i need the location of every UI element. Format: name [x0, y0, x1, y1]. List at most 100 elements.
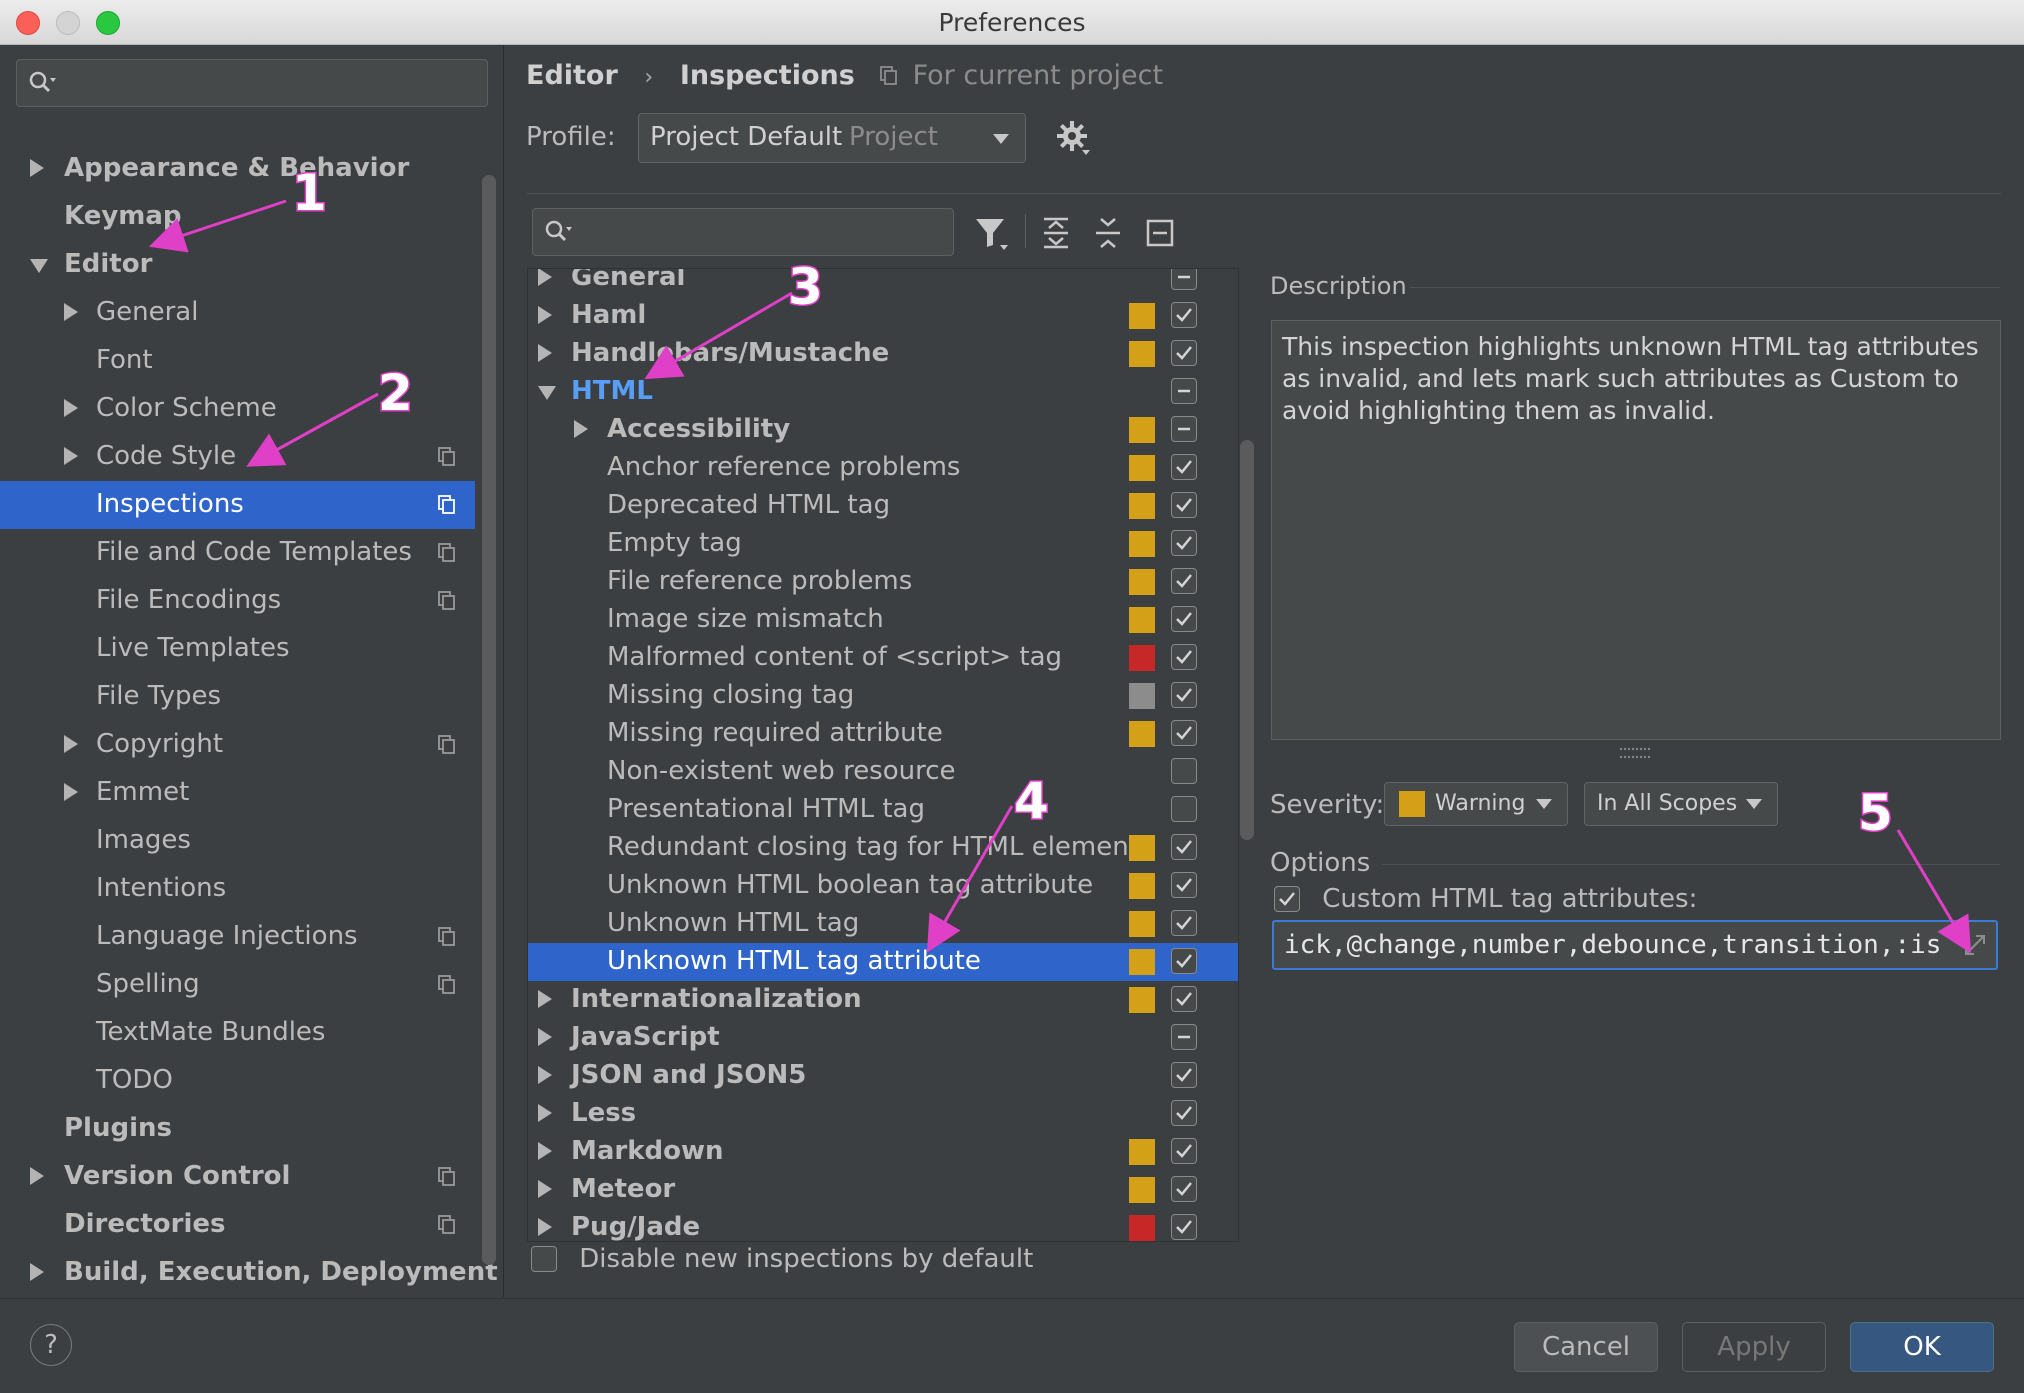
- inspection-checkbox[interactable]: [1171, 986, 1197, 1012]
- cancel-button[interactable]: Cancel: [1514, 1322, 1658, 1372]
- apply-button[interactable]: Apply: [1682, 1322, 1826, 1372]
- expand-arrow-icon[interactable]: [538, 1218, 552, 1236]
- sidebar-item-file-and-code-templates[interactable]: File and Code Templates: [0, 529, 475, 577]
- sidebar-item-editor[interactable]: Editor: [0, 241, 475, 289]
- sidebar-item-live-templates[interactable]: Live Templates: [0, 625, 475, 673]
- expand-field-icon[interactable]: [1962, 932, 1988, 958]
- sidebar-item-file-types[interactable]: File Types: [0, 673, 475, 721]
- expand-arrow-icon[interactable]: [64, 783, 78, 801]
- inspection-row[interactable]: Markdown: [528, 1133, 1238, 1171]
- expand-arrow-icon[interactable]: [538, 306, 552, 324]
- sidebar-item-plugins[interactable]: Plugins: [0, 1105, 475, 1153]
- sidebar-item-keymap[interactable]: Keymap: [0, 193, 475, 241]
- expand-all-icon[interactable]: [1036, 213, 1076, 253]
- sidebar-item-todo[interactable]: TODO: [0, 1057, 475, 1105]
- ok-button[interactable]: OK: [1850, 1322, 1994, 1372]
- sidebar-item-intentions[interactable]: Intentions: [0, 865, 475, 913]
- inspection-row[interactable]: HTML: [528, 373, 1238, 411]
- inspection-row[interactable]: Non-existent web resource: [528, 753, 1238, 791]
- inspection-checkbox[interactable]: [1171, 1176, 1197, 1202]
- expand-arrow-icon[interactable]: [574, 420, 588, 438]
- sidebar-scrollbar[interactable]: [482, 175, 496, 1265]
- sidebar-item-version-control[interactable]: Version Control: [0, 1153, 475, 1201]
- sidebar-item-appearance-behavior[interactable]: Appearance & Behavior: [0, 145, 475, 193]
- inspection-checkbox[interactable]: [1171, 530, 1197, 556]
- expand-arrow-icon[interactable]: [64, 399, 78, 417]
- inspections-scrollbar[interactable]: [1240, 440, 1254, 840]
- inspection-row[interactable]: Meteor: [528, 1171, 1238, 1209]
- sidebar-item-file-encodings[interactable]: File Encodings: [0, 577, 475, 625]
- inspection-checkbox[interactable]: [1171, 568, 1197, 594]
- expand-arrow-icon[interactable]: [538, 344, 552, 362]
- expand-arrow-icon[interactable]: [538, 1142, 552, 1160]
- inspection-checkbox[interactable]: [1171, 340, 1197, 366]
- inspection-row[interactable]: File reference problems: [528, 563, 1238, 601]
- help-button[interactable]: ?: [30, 1324, 72, 1366]
- collapse-arrow-icon[interactable]: [538, 386, 556, 400]
- inspection-row[interactable]: Accessibility: [528, 411, 1238, 449]
- sidebar-item-directories[interactable]: Directories: [0, 1201, 475, 1249]
- expand-arrow-icon[interactable]: [64, 735, 78, 753]
- inspection-row[interactable]: Missing required attribute: [528, 715, 1238, 753]
- inspection-checkbox[interactable]: [1171, 872, 1197, 898]
- collapse-arrow-icon[interactable]: [30, 259, 48, 273]
- inspection-checkbox[interactable]: [1171, 492, 1197, 518]
- inspection-row[interactable]: Malformed content of <script> tag: [528, 639, 1238, 677]
- inspection-row[interactable]: Internationalization: [528, 981, 1238, 1019]
- profile-dropdown[interactable]: Project Default Project: [638, 113, 1026, 163]
- inspection-checkbox[interactable]: [1171, 416, 1197, 442]
- disable-new-checkbox[interactable]: [531, 1246, 557, 1272]
- sidebar-item-images[interactable]: Images: [0, 817, 475, 865]
- expand-arrow-icon[interactable]: [538, 269, 552, 286]
- inspection-row[interactable]: Unknown HTML tag attribute: [528, 943, 1238, 981]
- inspection-row[interactable]: JSON and JSON5: [528, 1057, 1238, 1095]
- inspection-row[interactable]: Unknown HTML boolean tag attribute: [528, 867, 1238, 905]
- severity-dropdown[interactable]: Warning: [1384, 782, 1568, 826]
- inspection-row[interactable]: Empty tag: [528, 525, 1238, 563]
- inspection-checkbox[interactable]: [1171, 682, 1197, 708]
- inspection-checkbox[interactable]: [1171, 1138, 1197, 1164]
- inspection-row[interactable]: Pug/Jade: [528, 1209, 1238, 1241]
- splitter-handle[interactable]: [1620, 748, 1650, 758]
- inspection-checkbox[interactable]: [1171, 948, 1197, 974]
- sidebar-item-build-execution-deployment[interactable]: Build, Execution, Deployment: [0, 1249, 498, 1297]
- sidebar-item-textmate-bundles[interactable]: TextMate Bundles: [0, 1009, 475, 1057]
- gear-icon[interactable]: [1054, 118, 1094, 158]
- sidebar-item-general[interactable]: General: [0, 289, 475, 337]
- expand-arrow-icon[interactable]: [538, 1180, 552, 1198]
- inspection-row[interactable]: Redundant closing tag for HTML element: [528, 829, 1238, 867]
- inspection-row[interactable]: Presentational HTML tag: [528, 791, 1238, 829]
- inspection-row[interactable]: Less: [528, 1095, 1238, 1133]
- inspection-row[interactable]: Haml: [528, 297, 1238, 335]
- expand-arrow-icon[interactable]: [30, 1167, 44, 1185]
- inspection-checkbox[interactable]: [1171, 378, 1197, 404]
- sidebar-item-code-style[interactable]: Code Style: [0, 433, 475, 481]
- expand-arrow-icon[interactable]: [538, 1028, 552, 1046]
- reset-icon[interactable]: [1140, 213, 1180, 253]
- inspection-row[interactable]: Image size mismatch: [528, 601, 1238, 639]
- inspection-row[interactable]: General: [528, 269, 1238, 297]
- collapse-all-icon[interactable]: [1088, 213, 1128, 253]
- inspection-checkbox[interactable]: [1171, 454, 1197, 480]
- inspection-row[interactable]: Anchor reference problems: [528, 449, 1238, 487]
- inspection-checkbox[interactable]: [1171, 1062, 1197, 1088]
- inspection-row[interactable]: Handlebars/Mustache: [528, 335, 1238, 373]
- expand-arrow-icon[interactable]: [64, 447, 78, 465]
- expand-arrow-icon[interactable]: [64, 303, 78, 321]
- inspection-row[interactable]: Deprecated HTML tag: [528, 487, 1238, 525]
- inspection-checkbox[interactable]: [1171, 796, 1197, 822]
- inspection-checkbox[interactable]: [1171, 302, 1197, 328]
- breadcrumb-editor[interactable]: Editor: [526, 60, 618, 91]
- inspection-checkbox[interactable]: [1171, 758, 1197, 784]
- sidebar-item-inspections[interactable]: Inspections: [0, 481, 475, 529]
- expand-arrow-icon[interactable]: [30, 1263, 44, 1281]
- inspection-checkbox[interactable]: [1171, 910, 1197, 936]
- sidebar-item-copyright[interactable]: Copyright: [0, 721, 475, 769]
- expand-arrow-icon[interactable]: [538, 1104, 552, 1122]
- inspection-checkbox[interactable]: [1171, 269, 1197, 290]
- expand-arrow-icon[interactable]: [538, 1066, 552, 1084]
- sidebar-item-spelling[interactable]: Spelling: [0, 961, 475, 1009]
- inspection-row[interactable]: Unknown HTML tag: [528, 905, 1238, 943]
- inspection-checkbox[interactable]: [1171, 1214, 1197, 1240]
- inspection-checkbox[interactable]: [1171, 1100, 1197, 1126]
